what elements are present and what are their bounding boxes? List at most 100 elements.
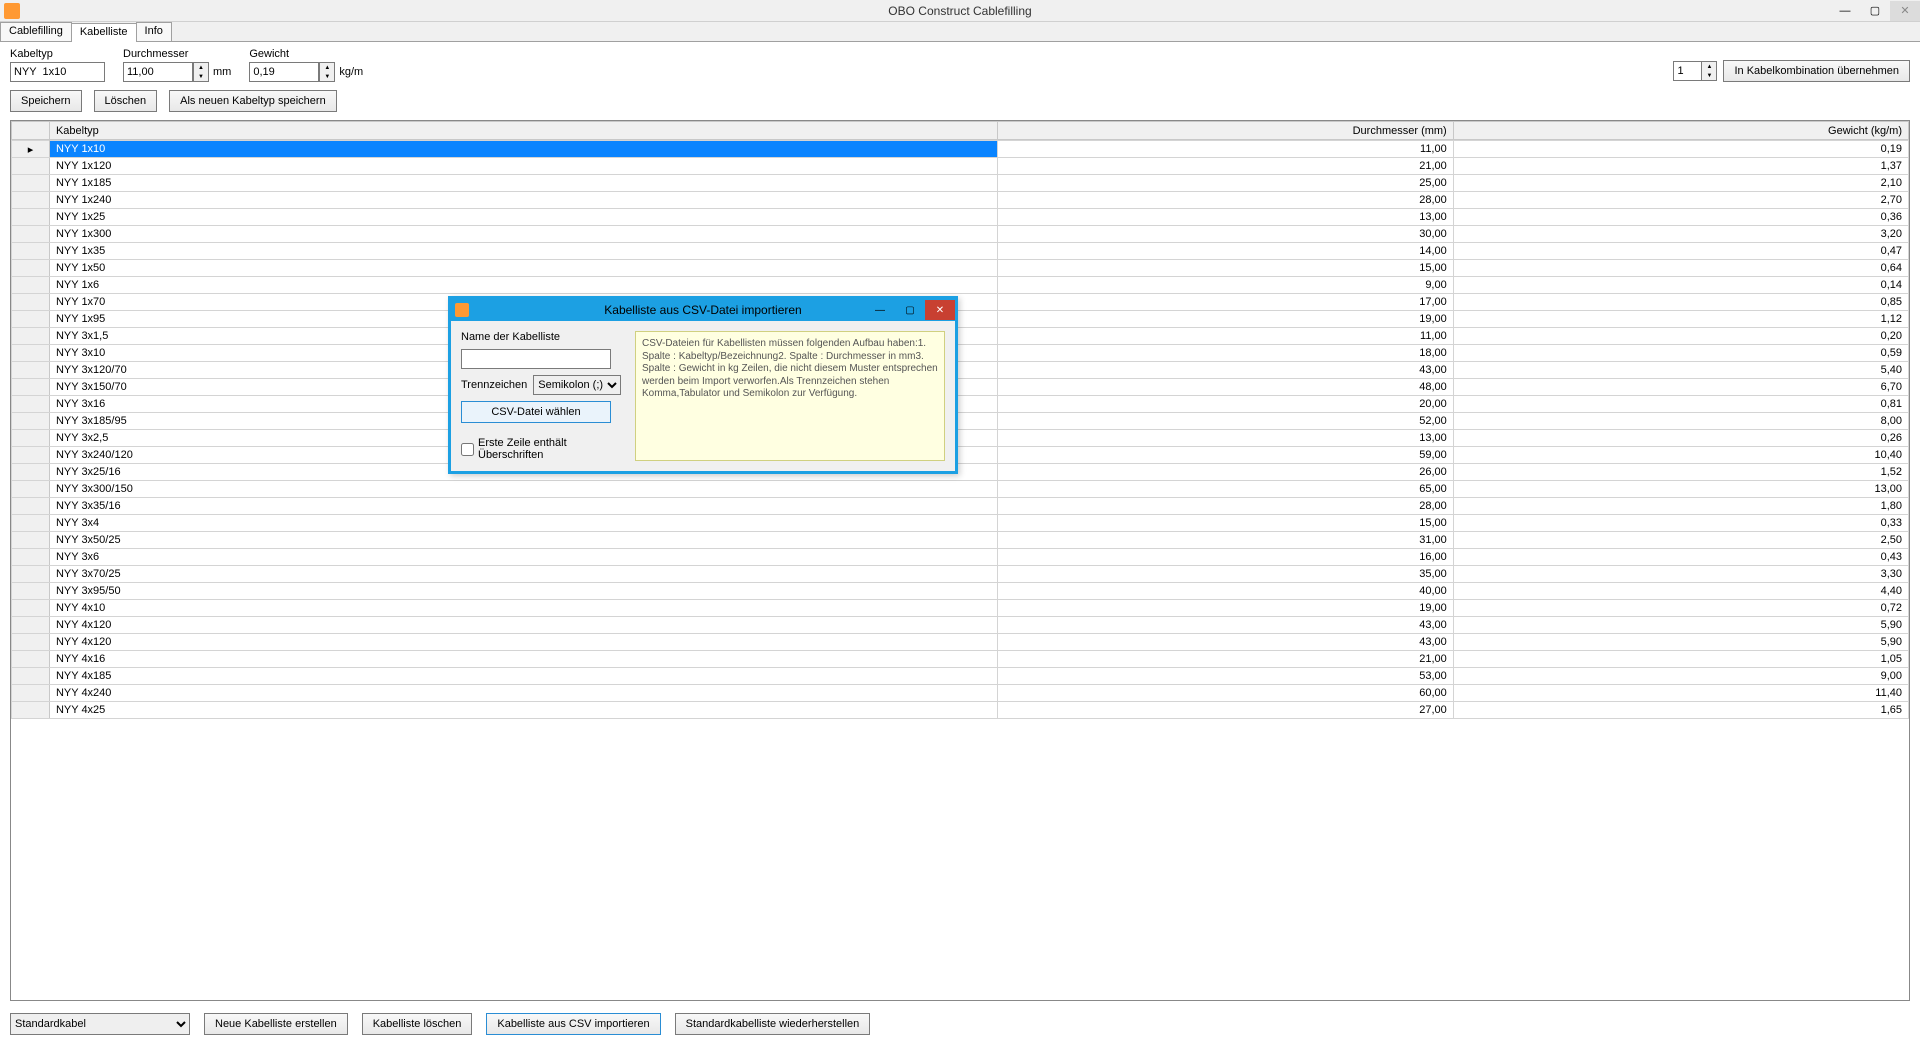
cell-kabeltyp[interactable]: NYY 4x120 <box>49 617 998 634</box>
table-row[interactable]: NYY 4x24060,0011,40 <box>12 685 1909 702</box>
table-row[interactable]: NYY 4x18553,009,00 <box>12 668 1909 685</box>
durchmesser-up-icon[interactable]: ▲ <box>194 63 208 72</box>
cell-durchmesser[interactable]: 19,00 <box>998 311 1453 328</box>
row-selector[interactable] <box>12 634 50 651</box>
cell-kabeltyp[interactable]: NYY 3x70/25 <box>49 566 998 583</box>
dialog-minimize-button[interactable]: — <box>865 300 895 320</box>
cell-durchmesser[interactable]: 17,00 <box>998 294 1453 311</box>
cell-durchmesser[interactable]: 15,00 <box>998 260 1453 277</box>
table-row[interactable]: NYY 3x240/12059,0010,40 <box>12 447 1909 464</box>
table-row[interactable]: NYY 3x25/1626,001,52 <box>12 464 1909 481</box>
row-selector[interactable] <box>12 311 50 328</box>
tab-info[interactable]: Info <box>136 22 172 41</box>
cell-gewicht[interactable]: 4,40 <box>1453 583 1908 600</box>
cell-durchmesser[interactable]: 13,00 <box>998 430 1453 447</box>
cell-durchmesser[interactable]: 25,00 <box>998 175 1453 192</box>
row-selector[interactable] <box>12 158 50 175</box>
row-selector[interactable] <box>12 651 50 668</box>
cell-gewicht[interactable]: 0,72 <box>1453 600 1908 617</box>
row-selector[interactable] <box>12 396 50 413</box>
row-selector[interactable] <box>12 260 50 277</box>
durchmesser-input[interactable] <box>123 62 193 82</box>
table-row[interactable]: NYY 1x18525,002,10 <box>12 175 1909 192</box>
new-list-button[interactable]: Neue Kabelliste erstellen <box>204 1013 348 1035</box>
table-row[interactable]: NYY 3x1620,000,81 <box>12 396 1909 413</box>
save-button[interactable]: Speichern <box>10 90 82 112</box>
table-row[interactable]: NYY 1x9519,001,12 <box>12 311 1909 328</box>
cell-gewicht[interactable]: 5,40 <box>1453 362 1908 379</box>
cell-gewicht[interactable]: 5,90 <box>1453 634 1908 651</box>
cell-gewicht[interactable]: 2,50 <box>1453 532 1908 549</box>
row-selector[interactable] <box>12 345 50 362</box>
table-row[interactable]: NYY 3x616,000,43 <box>12 549 1909 566</box>
cell-kabeltyp[interactable]: NYY 4x10 <box>49 600 998 617</box>
cell-gewicht[interactable]: 10,40 <box>1453 447 1908 464</box>
cell-durchmesser[interactable]: 11,00 <box>998 328 1453 345</box>
gewicht-input[interactable] <box>249 62 319 82</box>
dialog-separator-select[interactable]: Semikolon (;) <box>533 375 621 395</box>
row-selector[interactable] <box>12 668 50 685</box>
table-row[interactable]: NYY 4x2527,001,65 <box>12 702 1909 719</box>
cell-gewicht[interactable]: 0,85 <box>1453 294 1908 311</box>
row-selector[interactable] <box>12 685 50 702</box>
cell-gewicht[interactable]: 2,10 <box>1453 175 1908 192</box>
row-selector[interactable] <box>12 532 50 549</box>
dialog-first-row-checkbox[interactable] <box>461 443 474 456</box>
table-row[interactable]: NYY 1x12021,001,37 <box>12 158 1909 175</box>
cell-gewicht[interactable]: 0,33 <box>1453 515 1908 532</box>
row-selector[interactable] <box>12 617 50 634</box>
cell-gewicht[interactable]: 9,00 <box>1453 668 1908 685</box>
table-row[interactable]: NYY 3x185/9552,008,00 <box>12 413 1909 430</box>
cell-durchmesser[interactable]: 43,00 <box>998 362 1453 379</box>
row-selector[interactable] <box>12 515 50 532</box>
cell-gewicht[interactable]: 1,80 <box>1453 498 1908 515</box>
cell-durchmesser[interactable]: 21,00 <box>998 651 1453 668</box>
cell-kabeltyp[interactable]: NYY 1x300 <box>49 226 998 243</box>
cell-gewicht[interactable]: 0,20 <box>1453 328 1908 345</box>
cell-durchmesser[interactable]: 53,00 <box>998 668 1453 685</box>
tab-cablefilling[interactable]: Cablefilling <box>0 22 72 41</box>
row-selector[interactable] <box>12 413 50 430</box>
cell-durchmesser[interactable]: 9,00 <box>998 277 1453 294</box>
cell-durchmesser[interactable]: 11,00 <box>998 141 1453 158</box>
header-kabeltyp[interactable]: Kabeltyp <box>49 122 998 140</box>
table-row[interactable]: NYY 3x415,000,33 <box>12 515 1909 532</box>
cablelist-selector[interactable]: Standardkabel <box>10 1013 190 1035</box>
cell-kabeltyp[interactable]: NYY 1x6 <box>49 277 998 294</box>
cell-durchmesser[interactable]: 40,00 <box>998 583 1453 600</box>
gewicht-down-icon[interactable]: ▼ <box>320 72 334 81</box>
row-selector[interactable] <box>12 498 50 515</box>
header-durchmesser[interactable]: Durchmesser (mm) <box>998 122 1453 140</box>
table-row[interactable]: NYY 1x30030,003,20 <box>12 226 1909 243</box>
row-selector[interactable] <box>12 464 50 481</box>
table-row[interactable]: ▸NYY 1x1011,000,19 <box>12 141 1909 158</box>
cell-kabeltyp[interactable]: NYY 1x50 <box>49 260 998 277</box>
table-row[interactable]: NYY 3x50/2531,002,50 <box>12 532 1909 549</box>
row-selector[interactable] <box>12 209 50 226</box>
cell-gewicht[interactable]: 0,26 <box>1453 430 1908 447</box>
cell-durchmesser[interactable]: 59,00 <box>998 447 1453 464</box>
cell-gewicht[interactable]: 3,30 <box>1453 566 1908 583</box>
cell-durchmesser[interactable]: 20,00 <box>998 396 1453 413</box>
row-selector[interactable] <box>12 379 50 396</box>
cell-durchmesser[interactable]: 43,00 <box>998 634 1453 651</box>
cell-gewicht[interactable]: 1,12 <box>1453 311 1908 328</box>
cell-gewicht[interactable]: 0,59 <box>1453 345 1908 362</box>
cell-kabeltyp[interactable]: NYY 1x185 <box>49 175 998 192</box>
cell-kabeltyp[interactable]: NYY 1x10 <box>49 141 998 158</box>
cell-durchmesser[interactable]: 15,00 <box>998 515 1453 532</box>
cell-kabeltyp[interactable]: NYY 4x16 <box>49 651 998 668</box>
table-row[interactable]: NYY 3x1018,000,59 <box>12 345 1909 362</box>
row-selector[interactable] <box>12 294 50 311</box>
cell-durchmesser[interactable]: 60,00 <box>998 685 1453 702</box>
import-csv-button[interactable]: Kabelliste aus CSV importieren <box>486 1013 660 1035</box>
table-row[interactable]: NYY 4x12043,005,90 <box>12 634 1909 651</box>
row-selector[interactable] <box>12 702 50 719</box>
cell-gewicht[interactable]: 0,47 <box>1453 243 1908 260</box>
cell-gewicht[interactable]: 1,37 <box>1453 158 1908 175</box>
table-row[interactable]: NYY 3x35/1628,001,80 <box>12 498 1909 515</box>
tab-kabelliste[interactable]: Kabelliste <box>71 23 137 42</box>
cell-kabeltyp[interactable]: NYY 3x50/25 <box>49 532 998 549</box>
cell-gewicht[interactable]: 0,64 <box>1453 260 1908 277</box>
cell-kabeltyp[interactable]: NYY 3x35/16 <box>49 498 998 515</box>
